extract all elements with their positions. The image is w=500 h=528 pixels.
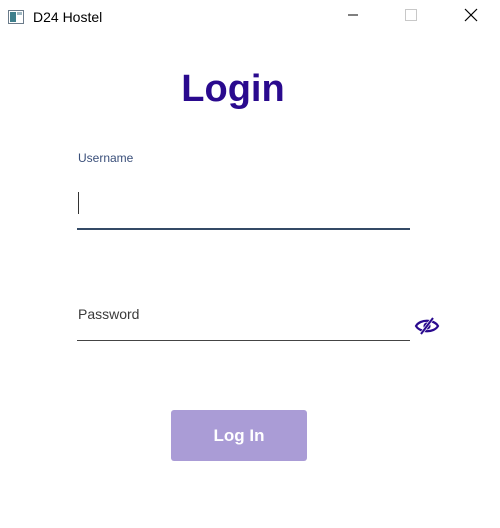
username-field[interactable] [77, 180, 410, 230]
username-input[interactable] [77, 180, 410, 226]
login-button[interactable]: Log In [171, 410, 307, 461]
password-field[interactable]: Password [77, 300, 410, 341]
eye-slash-icon [414, 317, 440, 341]
close-button[interactable] [448, 0, 494, 34]
close-icon [464, 8, 478, 27]
username-label: Username [78, 151, 134, 165]
app-window: D24 Hostel Login Username Password Log I… [0, 0, 500, 528]
title-bar[interactable]: D24 Hostel [0, 0, 500, 36]
text-caret [78, 192, 79, 214]
app-icon [8, 10, 24, 24]
password-input[interactable] [77, 300, 410, 340]
show-password-toggle[interactable] [414, 315, 440, 337]
login-heading: Login [181, 68, 285, 110]
maximize-icon [405, 8, 417, 26]
maximize-button[interactable] [388, 0, 434, 34]
minimize-button[interactable] [330, 0, 376, 34]
window-title: D24 Hostel [33, 9, 103, 25]
minimize-icon [347, 8, 359, 26]
